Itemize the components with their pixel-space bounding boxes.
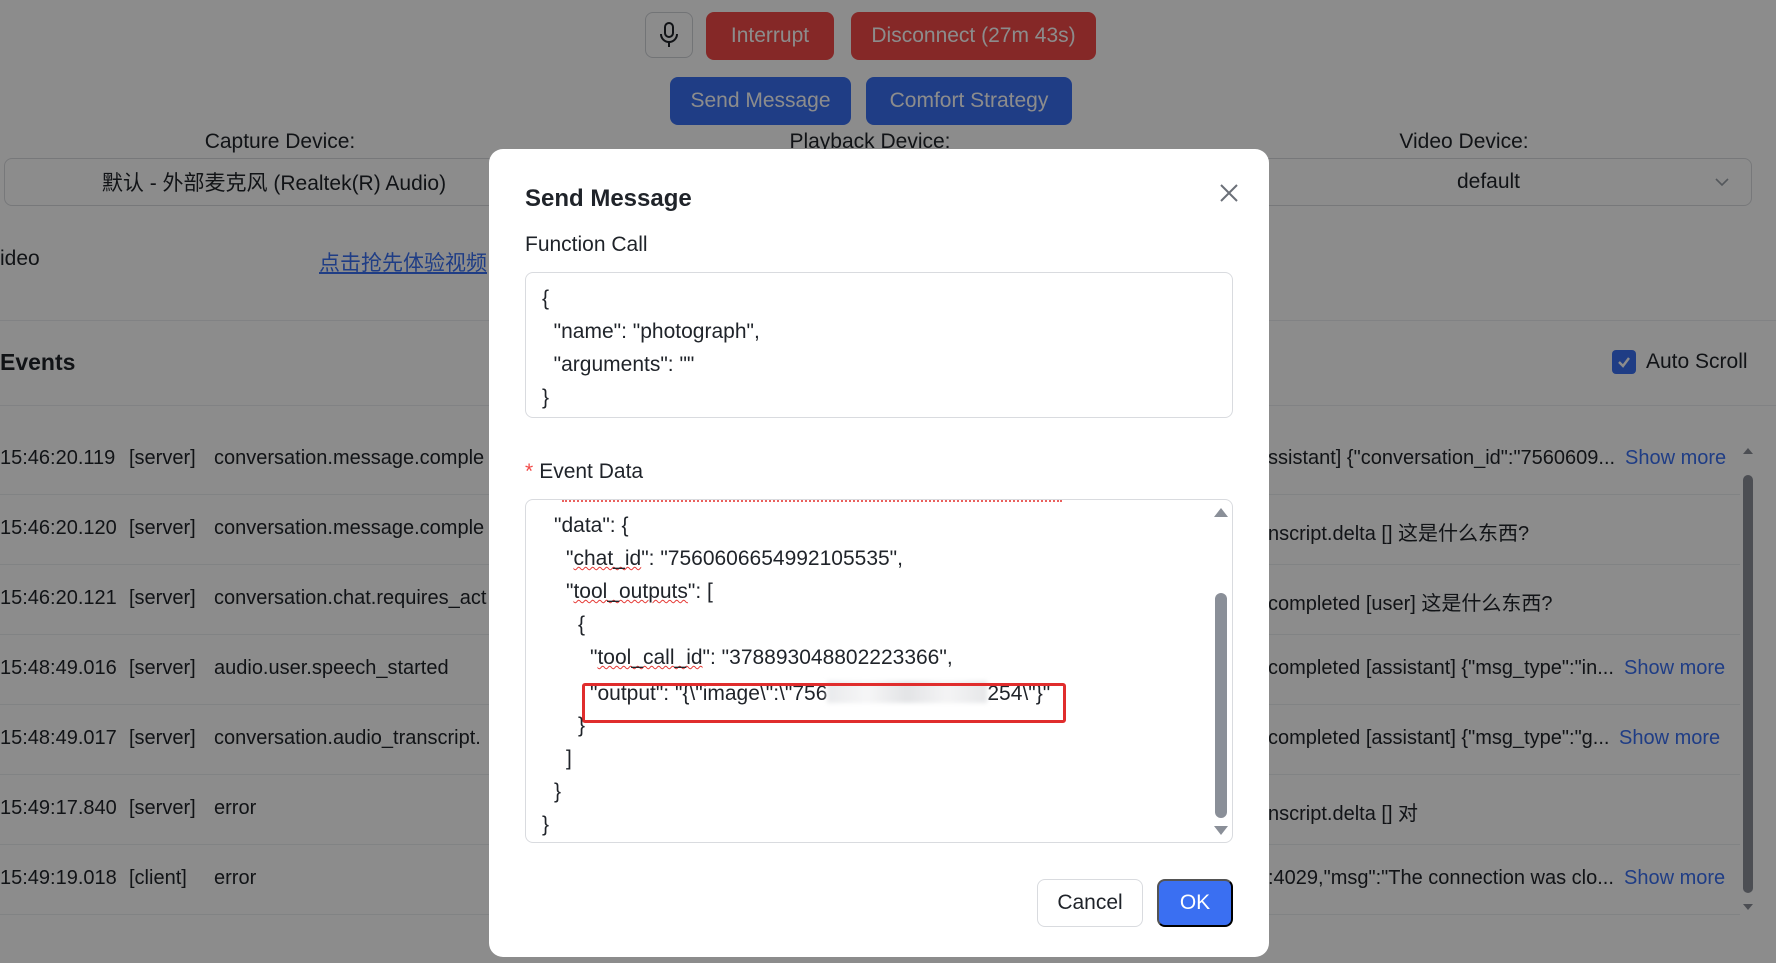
cancel-button[interactable]: Cancel bbox=[1037, 879, 1143, 927]
function-call-line: "name": "photograph", bbox=[542, 320, 760, 343]
cut-off-line-underline bbox=[562, 500, 1062, 502]
event-data-line: { bbox=[578, 613, 586, 636]
output-highlight-box bbox=[582, 683, 1066, 723]
close-icon bbox=[1220, 184, 1238, 202]
event-data-line: } bbox=[578, 714, 586, 737]
event-data-label: * Event Data bbox=[525, 460, 643, 484]
event-data-line: "tool_call_id": "378893048802223366", bbox=[590, 646, 953, 669]
event-data-textarea[interactable]: "data": { "chat_id": "756060665499210553… bbox=[525, 499, 1233, 843]
event-data-line: "data": { bbox=[554, 514, 629, 537]
event-data-line: } bbox=[542, 813, 550, 836]
event-data-line: "chat_id": "7560606654992105535", bbox=[566, 547, 903, 570]
event-data-line: ] bbox=[566, 747, 572, 770]
event-data-label-text: Event Data bbox=[539, 460, 644, 483]
scroll-up-arrow[interactable] bbox=[1214, 508, 1228, 517]
event-data-line: } bbox=[554, 780, 562, 803]
function-call-label: Function Call bbox=[525, 233, 648, 256]
send-message-dialog: Send Message Function Call { "name": "ph… bbox=[489, 149, 1269, 957]
tool-call-id-key: tool_call_id bbox=[597, 646, 703, 669]
function-call-line: "arguments": "" bbox=[542, 353, 695, 376]
scroll-down-arrow[interactable] bbox=[1214, 826, 1228, 835]
chat-id-key: chat_id bbox=[573, 547, 642, 570]
required-mark: * bbox=[525, 460, 534, 483]
tool-call-id-value: : "378893048802223366", bbox=[710, 646, 953, 669]
function-call-line: } bbox=[542, 386, 550, 409]
event-data-line: "tool_outputs": [ bbox=[566, 580, 713, 603]
tool-outputs-key: tool_outputs bbox=[573, 580, 688, 603]
event-data-scrollbar-thumb[interactable] bbox=[1215, 593, 1227, 818]
chat-id-value: : "7560606654992105535", bbox=[648, 547, 903, 570]
ok-button[interactable]: OK bbox=[1157, 879, 1233, 927]
tool-outputs-rest: : [ bbox=[695, 580, 713, 603]
function-call-line: { bbox=[542, 287, 550, 310]
close-button[interactable] bbox=[1215, 179, 1243, 207]
dialog-title: Send Message bbox=[525, 185, 692, 212]
function-call-textarea[interactable]: { "name": "photograph", "arguments": "" … bbox=[525, 272, 1233, 418]
